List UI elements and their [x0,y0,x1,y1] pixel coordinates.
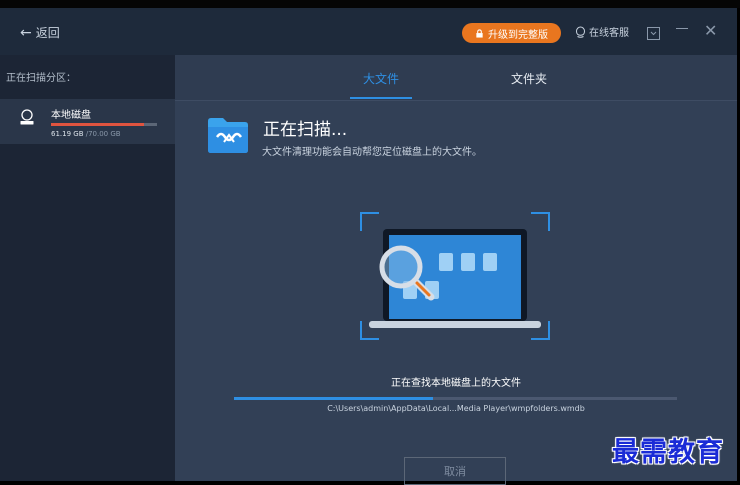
disk-name: 本地磁盘 [51,110,91,121]
back-button[interactable]: ← 返回 [20,24,60,41]
upgrade-button[interactable]: 升级到完整版 [462,23,561,43]
online-support-button[interactable]: 在线客服 [575,24,629,39]
upgrade-label: 升级到完整版 [488,29,548,41]
sidebar: 正在扫描分区： 本地磁盘 61.19 GB /70.00 GB [0,55,175,481]
watermark: 最需教育 [612,437,724,468]
disk-usage-bar [51,123,157,126]
title-bar: ← 返回 升级到完整版 在线客服 ✕ [0,8,737,55]
scan-progress-fill [234,397,434,400]
lock-icon [476,28,483,38]
support-label: 在线客服 [589,28,629,39]
main-panel: 大文件 文件夹 正在扫描... 大文件清理功能会自动帮您定位磁盘上的大文件。 正… [175,55,737,485]
tab-large-files[interactable]: 大文件 [363,70,399,87]
scan-status: 正在查找本地磁盘上的大文件 [391,378,521,389]
disk-usage-fill [51,123,144,126]
chevron-down-icon [650,31,657,36]
dropdown-menu-icon[interactable] [647,27,660,40]
app-window: ← 返回 升级到完整版 在线客服 ✕ 正在扫描分区： 本地磁盘 61.19 GB… [0,0,740,485]
disk-total: /70.00 GB [85,130,121,138]
scan-description: 大文件清理功能会自动帮您定位磁盘上的大文件。 [262,147,482,158]
arrow-left-icon: ← [20,24,32,41]
active-tab-indicator [350,97,412,99]
folder-scan-icon [208,118,248,153]
support-icon [575,25,586,38]
minimize-icon[interactable] [676,28,688,29]
sidebar-title: 正在扫描分区： [6,73,76,84]
laptop-scan-illustration [360,212,550,340]
tab-bar: 大文件 文件夹 [175,55,737,101]
disk-icon [20,109,34,125]
disk-size: 61.19 GB /70.00 GB [51,130,121,138]
back-label: 返回 [35,26,60,40]
disk-used: 61.19 GB [51,130,84,138]
scan-title: 正在扫描... [263,120,348,140]
close-icon[interactable]: ✕ [704,21,717,40]
sidebar-item-local-disk[interactable]: 本地磁盘 61.19 GB /70.00 GB [0,99,175,144]
top-border [0,0,740,8]
scan-progress-bar [234,397,677,400]
current-scan-path: C:\Users\admin\AppData\Local...Media Pla… [327,404,585,413]
tab-folders[interactable]: 文件夹 [511,70,547,87]
